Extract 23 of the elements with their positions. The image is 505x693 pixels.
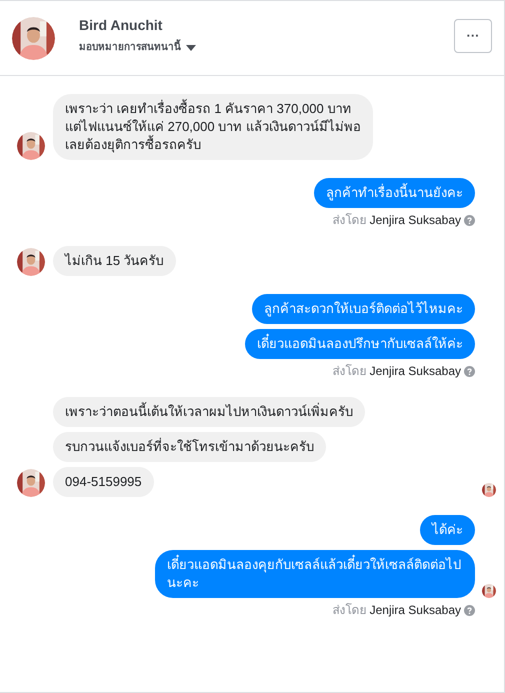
- message-bubble: ลูกค้าสะดวกให้เบอร์ติดต่อไว้ไหมคะ: [252, 294, 475, 324]
- sent-by-label: ส่งโดย: [332, 364, 367, 379]
- message-bubble: ลูกค้าทำเรื่องนี้นานยังคะ: [314, 178, 475, 208]
- assign-conversation-dropdown[interactable]: มอบหมายการสนทนานี้: [79, 40, 196, 55]
- sender-name: Jenjira Suksabay: [370, 213, 461, 228]
- message-bubble: ไม่เกิน 15 วันครับ: [53, 246, 176, 276]
- help-icon[interactable]: [464, 366, 475, 377]
- help-icon[interactable]: [464, 215, 475, 226]
- contact-name: Bird Anuchit: [79, 16, 164, 35]
- help-icon[interactable]: [464, 605, 475, 616]
- message-bubble: เดี๋ยวแอดมินลองปรึกษากับเซลล์ให้ค่ะ: [245, 329, 475, 359]
- message-bubble: 094-5159995: [53, 467, 154, 497]
- sender-name: Jenjira Suksabay: [370, 603, 461, 618]
- message-bubble: รบกวนแจ้งเบอร์ที่จะใช้โทรเข้ามาด้วยนะครับ: [53, 432, 326, 462]
- sender-name: Jenjira Suksabay: [370, 364, 461, 379]
- sent-by-label: ส่งโดย: [332, 213, 367, 228]
- more-button[interactable]: ···: [454, 19, 492, 53]
- message-bubble: ได้ค่ะ: [420, 515, 475, 545]
- message-bubble: เดี๋ยวแอดมินลองคุยกับเซลล์แล้วเดี๋ยวให้เซลล์ติดต่อไปนะคะ: [155, 550, 475, 598]
- message-bubble: เพราะว่า เคยทำเรื่องซื้อรถ 1 คันราคา 370,000 บาท แต่ไฟแนนซ์ให้แค่ 270,000 บาท แล้วเงินดาวน์มีไม่พอเลยต้องยุติการซื้อรถครับ: [53, 94, 373, 160]
- caret-icon: [186, 44, 196, 50]
- sent-by-label: ส่งโดย: [332, 603, 367, 618]
- message-bubble: เพราะว่าตอนนี้เต้นให้เวลาผมไปหาเงินดาวน์เพิ่มครับ: [53, 397, 365, 427]
